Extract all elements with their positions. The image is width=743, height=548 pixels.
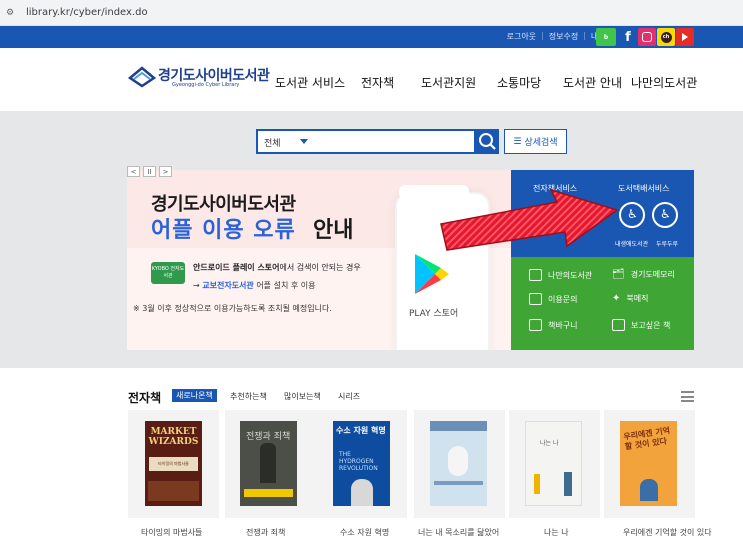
- banner-line-2: → 교보전자도서관 어플 설치 후 이용: [193, 280, 315, 291]
- search-category-select[interactable]: 전체: [256, 129, 476, 154]
- question-icon: [529, 293, 542, 305]
- nav-library-service[interactable]: 도서관 서비스: [275, 74, 345, 91]
- book-title[interactable]: 전쟁과 죄책: [246, 527, 285, 538]
- book-cover[interactable]: MARKET WIZARDS 타이밍의 마법사들: [145, 421, 202, 506]
- service-label: 보고싶은 책: [631, 320, 671, 330]
- book-title[interactable]: 너는 내 목소리를 닮았어: [418, 527, 499, 538]
- tab-recommended[interactable]: 추천하는책: [230, 391, 267, 402]
- banner-prev-button[interactable]: <: [127, 166, 140, 177]
- book-cover[interactable]: 우리에겐 기억할 것이 있다: [620, 421, 677, 506]
- delivery-service-icon-2[interactable]: ♿: [652, 202, 678, 228]
- service-wish-book[interactable]: 보고싶은 책: [612, 319, 670, 331]
- banner-line-1-rest: 에서 검색이 안되는 경우: [279, 263, 361, 272]
- book-cover[interactable]: 전쟁과 죄책: [240, 421, 297, 506]
- library-logo-icon[interactable]: [128, 66, 156, 88]
- site-header: 경기도사이버도서관 Gyeonggi-do Cyber Library 도서관 …: [0, 48, 743, 111]
- cover-text: THE HYDROGEN REVOLUTION: [339, 451, 378, 472]
- advanced-search-button[interactable]: ☰ 상세검색: [504, 129, 567, 154]
- nav-library-support[interactable]: 도서관지원: [421, 74, 476, 91]
- play-store-text: 안드로이드 플레이 스토어: [193, 263, 280, 272]
- tab-new-books[interactable]: 새로나온책: [172, 389, 217, 402]
- divider: |: [541, 31, 544, 40]
- play-store-label: PLAY 스토어: [409, 309, 459, 319]
- service-label: 이용문의: [548, 294, 578, 304]
- menu-icon[interactable]: [681, 391, 694, 402]
- nav-community[interactable]: 소통마당: [497, 74, 541, 91]
- service-my-library[interactable]: 나만의도서관: [529, 269, 592, 281]
- cover-text: 나는 나: [540, 440, 559, 447]
- book-cover[interactable]: 수소 자원 혁명 THE HYDROGEN REVOLUTION: [333, 421, 390, 506]
- nav-library-info[interactable]: 도서관 안내: [563, 74, 622, 91]
- book-cover[interactable]: [430, 421, 487, 506]
- arrow-text: →: [193, 281, 200, 290]
- banner-line-2-rest: 어플 설치 후 이용: [253, 281, 316, 290]
- phone-icon: [529, 269, 542, 281]
- chevron-down-icon: [300, 139, 308, 144]
- cover-text: 전쟁과 죄책: [246, 432, 291, 442]
- tab-series[interactable]: 시리즈: [338, 391, 360, 402]
- divider: |: [583, 31, 586, 40]
- kyobo-link-text: 교보전자도서관: [202, 281, 254, 290]
- delivery-caption-2: 두루두루: [656, 241, 679, 248]
- cover-text: 우리에겐 기억할 것이 있다: [622, 425, 671, 452]
- search-icon: [479, 133, 496, 150]
- search-button[interactable]: [475, 129, 499, 154]
- service-label: 북메직: [626, 294, 649, 303]
- book-title[interactable]: 우리에겐 기억할 것이 있다: [623, 527, 712, 538]
- book-title[interactable]: 나는 나: [544, 527, 569, 538]
- sparkle-icon: ✦: [612, 293, 621, 304]
- banner-subtitle-colored: 어플 이용 오류: [151, 218, 296, 243]
- site-info-icon[interactable]: ⚙: [6, 8, 18, 18]
- list-icon: ☰: [513, 136, 522, 147]
- book-title[interactable]: 타이밍의 마법사들: [141, 527, 202, 538]
- service-label: 책바구니: [548, 320, 578, 330]
- browser-address-bar[interactable]: ⚙ library.kr/cyber/index.do: [0, 0, 743, 26]
- service-book-magic[interactable]: ✦ 북메직: [612, 293, 648, 304]
- youtube-icon[interactable]: [676, 28, 694, 46]
- red-arrow-annotation: [440, 188, 619, 251]
- top-utility-bar: 로그아웃 | 정보수정 | 내서재 b f ch: [0, 26, 743, 48]
- monitor-icon: [529, 319, 542, 331]
- service-book-basket[interactable]: 책바구니: [529, 319, 577, 331]
- wheelchair-icon: ♿: [660, 207, 671, 221]
- cover-text: WIZARDS: [148, 437, 199, 447]
- edit-info-link[interactable]: 정보수정: [549, 31, 578, 42]
- kakao-channel-icon[interactable]: ch: [657, 28, 675, 46]
- google-play-icon: [415, 254, 449, 294]
- facebook-icon[interactable]: f: [619, 28, 637, 46]
- book-cover[interactable]: 나는 나: [525, 421, 582, 506]
- cover-text: MARKET: [150, 427, 197, 437]
- logout-link[interactable]: 로그아웃: [507, 31, 536, 42]
- url-text: library.kr/cyber/index.do: [26, 7, 148, 18]
- service-label: 나만의도서관: [548, 270, 593, 280]
- banner-subtitle-black: 안내: [313, 218, 354, 243]
- service-label: 경기도메모리: [630, 270, 675, 279]
- service-gg-memory[interactable]: 🗂 경기도메모리: [612, 269, 675, 280]
- service-inquiry[interactable]: 이용문의: [529, 293, 577, 305]
- kyobo-logo: KYOBO 전자도서관: [151, 262, 185, 284]
- book-icon: [612, 319, 625, 331]
- memory-icon: 🗂: [612, 269, 625, 280]
- search-category-value: 전체: [264, 139, 281, 149]
- logo-subtitle: Gyeonggi-do Cyber Library: [172, 82, 240, 88]
- cover-text: 수소 자원 혁명: [336, 426, 386, 435]
- book-title[interactable]: 수소 자원 혁명: [340, 527, 389, 538]
- nav-my-library[interactable]: 나만의도서관: [631, 74, 697, 91]
- service-panel-green: 나만의도서관 🗂 경기도메모리 이용문의 ✦ 북메직 책바구니 보고싶은 책: [511, 257, 694, 350]
- blog-icon[interactable]: b: [596, 28, 616, 46]
- banner-note: ※ 3월 이후 정상적으로 이용가능하도록 조치될 예정입니다.: [133, 304, 332, 313]
- nav-ebook[interactable]: 전자책: [361, 74, 394, 91]
- ebook-section-title: 전자책: [128, 391, 162, 405]
- cover-text: 타이밍의 마법사들: [149, 457, 198, 471]
- banner-pause-button[interactable]: II: [143, 166, 156, 177]
- advanced-search-label: 상세검색: [524, 138, 558, 148]
- banner-next-button[interactable]: >: [159, 166, 172, 177]
- tab-popular[interactable]: 많이보는책: [284, 391, 321, 402]
- instagram-icon[interactable]: [638, 28, 656, 46]
- banner-line-1: 안드로이드 플레이 스토어에서 검색이 안되는 경우: [193, 262, 361, 273]
